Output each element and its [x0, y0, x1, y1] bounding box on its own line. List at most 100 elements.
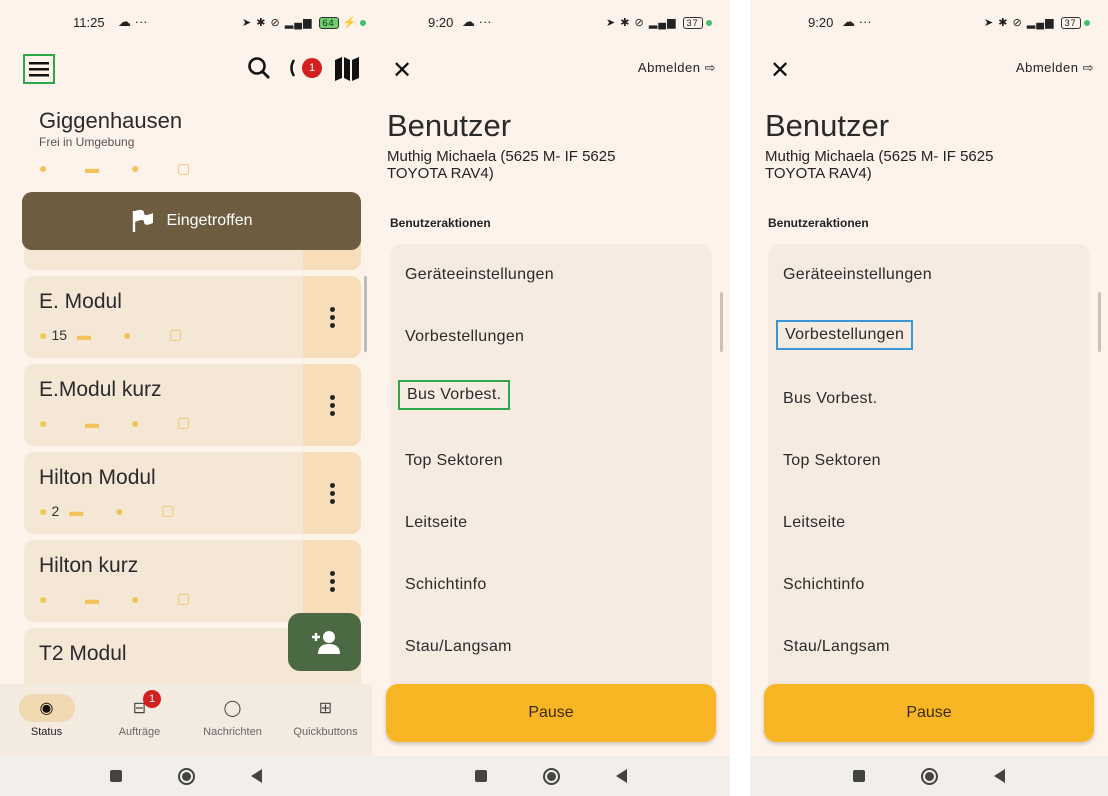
action-item[interactable]: Leitseite	[776, 510, 852, 536]
section-label: Benutzeraktionen	[768, 216, 869, 230]
home-button[interactable]	[921, 767, 938, 785]
battery-icon: 37	[682, 16, 703, 29]
copy-icon: ▢	[177, 590, 191, 606]
list-item[interactable]: Hilton kurz ● ▬ ● ▢	[24, 540, 361, 622]
card-title: Hilton kurz	[39, 554, 139, 577]
action-item[interactable]: Leitseite	[398, 510, 474, 536]
orders-badge: 1	[143, 690, 161, 708]
arrived-label: Eingetroffen	[166, 212, 253, 229]
logout-icon: ⇨	[1082, 60, 1094, 75]
section-label: Benutzeraktionen	[390, 216, 491, 230]
map-button[interactable]	[334, 56, 360, 89]
chat-bubble-icon: ◯	[223, 700, 242, 717]
pin-icon: ●	[131, 414, 140, 431]
car-icon: ▬	[85, 414, 99, 431]
battery-icon: 64	[318, 16, 339, 29]
action-item[interactable]: Top Sektoren	[398, 448, 510, 474]
list-item[interactable]: E.Modul kurz ● ▬ ● ▢	[24, 364, 361, 446]
more-menu-button[interactable]	[303, 540, 361, 622]
nav-status[interactable]: ◉ Status	[0, 684, 93, 756]
status-screen: 11:25 ☁ ··· ➤ ✱ ⊘ ▂▄▆ 64 ⚡ 1 Giggenhause…	[0, 0, 372, 796]
action-item[interactable]: Stau/Langsam	[776, 634, 897, 660]
card-title: T2 Modul	[39, 642, 127, 665]
bottom-navigation: ◉ Status ⊟ 1 Aufträge ◯ Nachrichten ⊞ Qu…	[0, 684, 372, 756]
action-item[interactable]: Top Sektoren	[776, 448, 888, 474]
station-title: Giggenhausen	[39, 108, 183, 133]
status-time: 9:20	[808, 14, 834, 30]
home-button[interactable]	[543, 767, 560, 785]
action-item-highlighted[interactable]: Bus Vorbest.	[398, 380, 511, 410]
close-button[interactable]: ✕	[392, 56, 412, 85]
status-icons: ➤ ✱ ⊘ ▂▄▆ 64 ⚡	[242, 16, 367, 29]
taxi-sign-icon: ●	[39, 160, 48, 176]
pin-icon: ●	[131, 160, 140, 176]
search-button[interactable]	[247, 56, 271, 87]
more-menu-button[interactable]	[303, 364, 361, 446]
user-info: Muthig Michaela (5625 M- IF 5625 TOYOTA …	[387, 148, 616, 182]
actions-panel: Geräteeinstellungen Vorbestellungen Bus …	[768, 244, 1090, 696]
car-icon: ▬	[77, 326, 92, 343]
logout-button[interactable]: Abmelden ⇨	[1016, 60, 1094, 76]
action-item-highlighted[interactable]: Vorbestellungen	[776, 320, 914, 350]
scrollbar[interactable]	[720, 292, 723, 352]
list-item[interactable]: Hilton Modul ● 2 ▬ ● ▢	[24, 452, 361, 534]
user-screen-a: 9:20 ☁ ··· ➤ ✱ ⊘ ▂▄▆ 37 ✕ Abmelden ⇨ Ben…	[372, 0, 730, 796]
pause-button[interactable]: Pause	[386, 684, 716, 742]
status-icons: ➤ ✱ ⊘ ▂▄▆ 37	[984, 16, 1090, 29]
action-item[interactable]: Schichtinfo	[398, 572, 494, 598]
list-item[interactable]: E. Modul ● 15 ▬ ● ▢	[24, 276, 361, 358]
nav-quickbuttons[interactable]: ⊞ Quickbuttons	[279, 684, 372, 756]
close-icon: ✕	[392, 57, 413, 84]
scrollbar[interactable]	[364, 276, 367, 352]
card-icon-row: ● 2 ▬ ● ▢	[39, 502, 207, 519]
car-icon: ▬	[69, 502, 84, 519]
more-menu-button[interactable]	[303, 452, 361, 534]
action-item[interactable]: Schichtinfo	[776, 572, 872, 598]
menu-button[interactable]	[23, 54, 55, 84]
actions-panel: Geräteeinstellungen Vorbestellungen Bus …	[390, 244, 712, 696]
status-bar: 9:20 ☁ ··· ➤ ✱ ⊘ ▂▄▆ 37	[750, 0, 1108, 44]
status-bar: 9:20 ☁ ··· ➤ ✱ ⊘ ▂▄▆ 37	[372, 0, 730, 44]
logout-button[interactable]: Abmelden ⇨	[638, 60, 716, 76]
more-menu-button[interactable]	[303, 276, 361, 358]
scrollbar[interactable]	[1098, 292, 1101, 352]
compass-icon: ◉	[18, 694, 75, 722]
arrived-button[interactable]: Eingetroffen	[22, 192, 361, 250]
back-button[interactable]	[616, 769, 627, 783]
back-button[interactable]	[251, 769, 262, 783]
grid-icon: ⊞	[318, 700, 333, 717]
card-title: Hilton Modul	[39, 466, 156, 489]
pin-icon: ●	[115, 502, 124, 519]
user-screen-b: 9:20 ☁ ··· ➤ ✱ ⊘ ▂▄▆ 37 ✕ Abmelden ⇨ Ben…	[750, 0, 1108, 796]
car-icon: ▬	[85, 590, 99, 607]
status-icons: ➤ ✱ ⊘ ▂▄▆ 37	[606, 16, 712, 29]
taxi-sign-icon: ●	[39, 414, 48, 431]
hamburger-icon	[29, 62, 49, 77]
recents-button[interactable]	[853, 770, 865, 782]
action-item[interactable]: Vorbestellungen	[398, 324, 531, 350]
card-icon-row: ● ▬ ● ▢	[39, 590, 223, 607]
taxi-sign-icon: ●	[39, 590, 48, 607]
action-item[interactable]: Geräteeinstellungen	[776, 262, 939, 288]
back-button[interactable]	[994, 769, 1005, 783]
page-title: Benutzer	[387, 108, 512, 143]
card-icon-row: ● ▬ ● ▢	[39, 414, 223, 431]
recents-button[interactable]	[110, 770, 122, 782]
pause-button[interactable]: Pause	[764, 684, 1094, 742]
action-item[interactable]: Stau/Langsam	[398, 634, 519, 660]
cloud-icon: ☁ ···	[118, 14, 148, 29]
add-user-button[interactable]	[288, 613, 361, 671]
action-item[interactable]: Geräteeinstellungen	[398, 262, 561, 288]
close-button[interactable]: ✕	[770, 56, 790, 85]
copy-icon: ▢	[169, 326, 183, 342]
system-navigation	[0, 756, 372, 796]
recents-button[interactable]	[475, 770, 487, 782]
home-button[interactable]	[178, 767, 195, 785]
card-title: E.Modul kurz	[39, 378, 162, 401]
nav-nachrichten[interactable]: ◯ Nachrichten	[186, 684, 279, 756]
nav-auftraege[interactable]: ⊟ 1 Aufträge	[93, 684, 186, 756]
action-item[interactable]: Bus Vorbest.	[776, 386, 884, 412]
battery-icon: 37	[1060, 16, 1081, 29]
status-time: 11:25	[73, 14, 105, 30]
station-subtitle: Frei in Umgebung	[39, 135, 135, 149]
